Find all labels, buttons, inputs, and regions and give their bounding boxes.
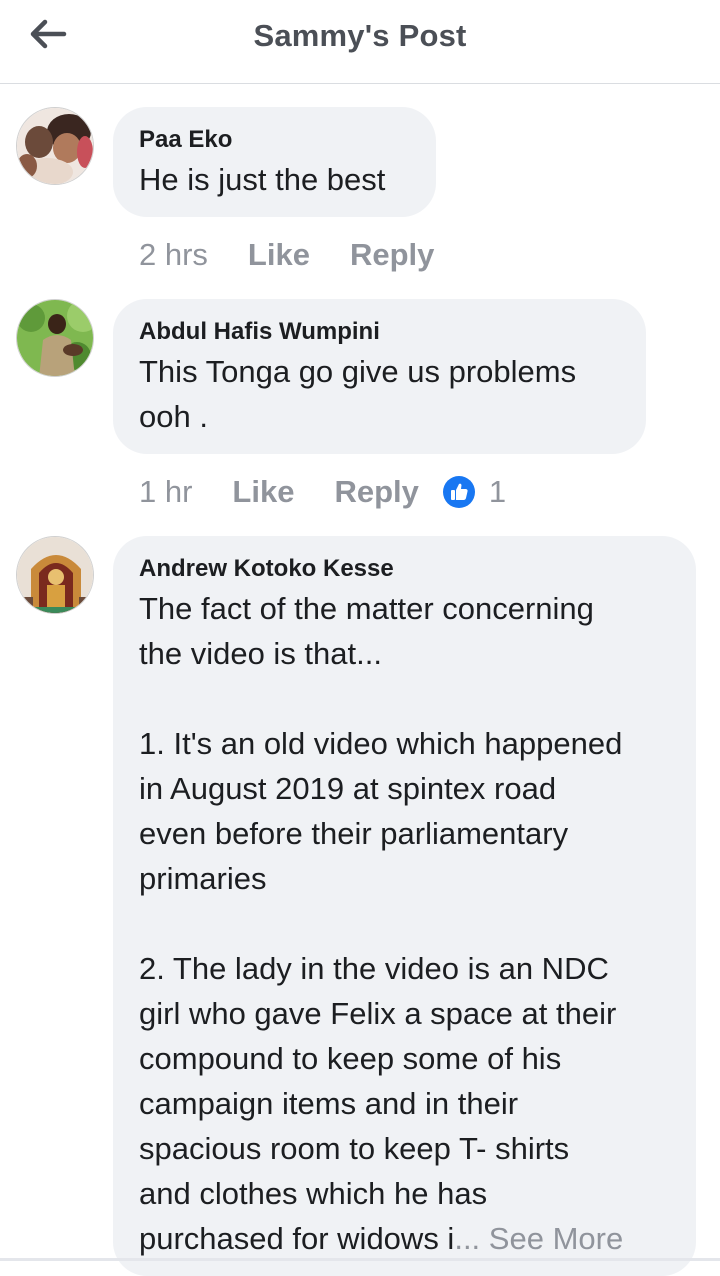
avatar-image: [17, 537, 93, 613]
text-ellipsis: ...: [454, 1221, 481, 1256]
avatar-image: [17, 108, 93, 184]
avatar[interactable]: [16, 107, 94, 185]
see-more-link[interactable]: See More: [489, 1221, 623, 1256]
comment-bubble: Andrew Kotoko Kesse The fact of the matt…: [113, 536, 696, 1276]
top-bar: Sammy's Post: [0, 0, 720, 84]
comment-body: The fact of the matter concerning the vi…: [139, 591, 623, 1256]
comment-bubble: Abdul Hafis Wumpini This Tonga go give u…: [113, 299, 646, 454]
avatar-image: [17, 300, 93, 376]
thumbs-up-icon[interactable]: [442, 476, 475, 508]
reaction-count[interactable]: 1: [489, 474, 506, 510]
comment-time: 2 hrs: [139, 237, 208, 272]
like-button[interactable]: Like: [248, 237, 310, 273]
reply-button[interactable]: Reply: [334, 474, 418, 510]
comment-text: The fact of the matter concerning the vi…: [139, 586, 670, 1261]
comment-text: He is just the best: [139, 162, 386, 197]
avatar[interactable]: [16, 299, 94, 377]
comment-time: 1 hr: [139, 474, 193, 509]
comment-author[interactable]: Paa Eko: [139, 125, 410, 155]
comment-actions: 1 hr Like Reply 1: [139, 471, 506, 513]
avatar[interactable]: [16, 536, 94, 614]
comment-author[interactable]: Andrew Kotoko Kesse: [139, 554, 670, 584]
comment-actions: 2 hrs Like Reply: [139, 234, 474, 276]
like-button[interactable]: Like: [232, 474, 294, 510]
reply-button[interactable]: Reply: [350, 237, 434, 273]
page-title: Sammy's Post: [253, 18, 467, 53]
comment-text: This Tonga go give us problems ooh .: [139, 354, 577, 434]
comment-author[interactable]: Abdul Hafis Wumpini: [139, 317, 620, 347]
comment-bubble: Paa Eko He is just the best: [113, 107, 436, 217]
